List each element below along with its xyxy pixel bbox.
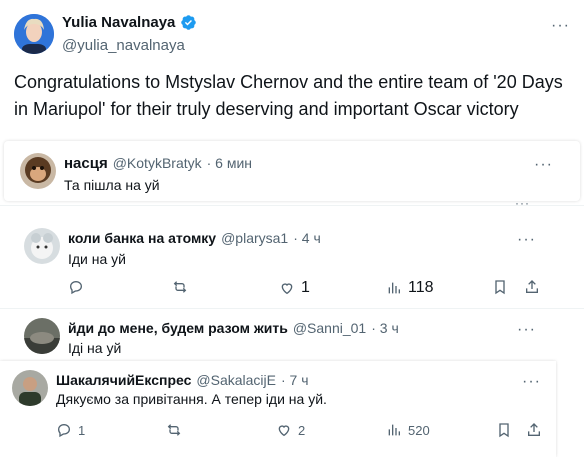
reply-text: Іді на уй [68, 340, 122, 356]
author-handle[interactable]: @SakalacijE [196, 372, 276, 388]
view-count: 520 [408, 422, 430, 438]
reply-text: Та пішла на уй [64, 177, 160, 193]
share-button[interactable] [526, 422, 542, 438]
avatar-image [14, 14, 54, 54]
avatar-image [12, 370, 48, 406]
retweet-button[interactable] [172, 279, 194, 295]
like-count: 1 [301, 279, 310, 296]
more-options-icon[interactable]: ··· [534, 157, 553, 173]
share-icon [526, 280, 538, 293]
avatar[interactable] [20, 153, 56, 189]
reply-icon [69, 280, 83, 295]
bookmark-icon [499, 423, 509, 438]
share-button[interactable] [524, 279, 540, 295]
author-name[interactable]: насця [64, 155, 108, 172]
more-options-icon[interactable]: ··· [517, 232, 536, 248]
avatar[interactable] [24, 228, 60, 264]
bookmark-icon [495, 280, 505, 295]
author-name[interactable]: ШакалячийЕкспрес [56, 372, 191, 388]
more-options-icon: ··· [515, 196, 530, 210]
timestamp[interactable]: · 6 мин [207, 155, 252, 171]
retweet-button[interactable] [166, 422, 182, 438]
author-name[interactable]: йди до мене, будем разом жить [68, 320, 288, 336]
tweet-text: Congratulations to Mstyslav Chernov and … [14, 72, 563, 119]
divider [0, 308, 584, 309]
avatar[interactable] [14, 14, 54, 54]
avatar-image [24, 318, 60, 354]
like-button[interactable]: 2 [276, 422, 305, 438]
view-count: 118 [408, 279, 434, 296]
like-count: 2 [298, 422, 306, 438]
more-options-icon[interactable]: ··· [551, 18, 570, 34]
reply-count: 1 [78, 422, 86, 438]
more-options-icon[interactable]: ··· [517, 322, 536, 338]
author-name[interactable]: коли банка на атомку [68, 230, 216, 246]
author-handle[interactable]: @KotykBratyk [113, 155, 202, 171]
views-icon [388, 424, 400, 436]
retweet-icon [167, 424, 181, 436]
reply-button[interactable] [68, 279, 84, 295]
avatar[interactable] [24, 318, 60, 354]
bookmark-button[interactable] [492, 279, 508, 295]
views-button[interactable]: 118 [386, 279, 434, 297]
author-handle[interactable]: @plarysa1 [221, 230, 288, 246]
author-name[interactable]: Yulia Navalnaya [62, 14, 175, 31]
avatar[interactable] [12, 370, 48, 406]
timestamp[interactable]: · 3 ч [371, 320, 399, 336]
like-button[interactable]: 1 [279, 279, 310, 297]
author-handle[interactable]: @Sanni_01 [293, 320, 366, 336]
share-icon [528, 423, 540, 436]
retweet-icon [173, 281, 187, 293]
reply-icon [57, 423, 71, 438]
reply-text: Іди на уй [68, 251, 126, 267]
divider [0, 205, 584, 206]
verified-badge-icon [180, 14, 197, 31]
bookmark-button[interactable] [496, 422, 512, 438]
heart-icon [281, 283, 293, 295]
reply-text: Дякуємо за привітання. А тепер іди на уй… [56, 391, 327, 407]
views-button[interactable]: 520 [386, 422, 430, 438]
more-options-icon[interactable]: ··· [522, 374, 541, 390]
author-handle[interactable]: @yulia_navalnaya [62, 37, 185, 54]
avatar-image [24, 228, 60, 264]
timestamp[interactable]: · 4 ч [293, 230, 321, 246]
views-icon [388, 282, 400, 294]
heart-icon [278, 425, 290, 437]
timestamp[interactable]: · 7 ч [281, 372, 309, 388]
reply-button[interactable]: 1 [56, 422, 85, 438]
avatar-image [20, 153, 56, 189]
